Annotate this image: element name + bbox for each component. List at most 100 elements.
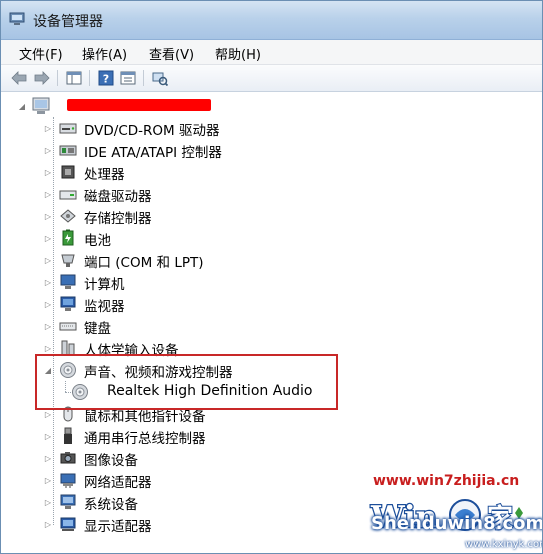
port-icon <box>61 254 75 267</box>
expand-triangle-icon[interactable]: ▷ <box>43 453 53 463</box>
tree-category-label: 显示适配器 <box>84 519 152 535</box>
tree-category-disk-drive[interactable]: ▷ 磁盘驱动器 <box>9 183 529 205</box>
tree-root-computer[interactable]: ◢ <box>9 95 529 117</box>
computer-icon <box>60 274 76 289</box>
mouse-icon <box>63 406 73 422</box>
svg-text:?: ? <box>103 73 109 86</box>
window-title: 设备管理器 <box>33 14 103 30</box>
toolbar-separator <box>89 70 90 86</box>
tree-category-label: 磁盘驱动器 <box>84 189 152 205</box>
toolbar-separator <box>57 70 58 86</box>
tree-category-battery[interactable]: ▷ 电池 <box>9 227 529 249</box>
expand-triangle-icon[interactable]: ▷ <box>43 255 53 265</box>
processor-icon <box>61 165 75 179</box>
tree-category-camera[interactable]: ▷ 图像设备 <box>9 447 529 469</box>
computer-root-icon <box>32 97 50 114</box>
back-arrow-icon[interactable] <box>10 69 28 87</box>
tree-category-label: 通用串行总线控制器 <box>84 431 206 447</box>
expand-triangle-icon[interactable]: ▷ <box>43 299 53 309</box>
monitor-icon <box>60 296 76 311</box>
expand-triangle-icon[interactable]: ▷ <box>43 343 53 353</box>
expand-triangle-icon[interactable]: ▷ <box>43 189 53 199</box>
expand-triangle-icon[interactable]: ▷ <box>43 431 53 441</box>
redacted-computer-name <box>67 99 211 111</box>
menu-bar: 文件(F) 操作(A) 查看(V) 帮助(H) <box>1 40 542 65</box>
tree-category-ide-controller[interactable]: ▷ IDE ATA/ATAPI 控制器 <box>9 139 529 161</box>
keyboard-icon <box>59 322 77 331</box>
menu-view[interactable]: 查看(V) <box>149 44 194 63</box>
tree-category-label: 图像设备 <box>84 453 138 469</box>
device-manager-app-icon <box>9 12 25 25</box>
menu-help[interactable]: 帮助(H) <box>215 44 261 63</box>
forward-arrow-icon[interactable] <box>33 69 51 87</box>
expand-triangle-icon[interactable]: ▷ <box>43 167 53 177</box>
tree-category-label: 人体学输入设备 <box>84 343 179 359</box>
tree-category-label: 电池 <box>84 233 111 249</box>
expand-triangle-icon[interactable]: ▷ <box>43 321 53 331</box>
tree-category-label: 网络适配器 <box>84 475 152 491</box>
tree-category-label: 键盘 <box>84 321 111 337</box>
expand-triangle-icon[interactable]: ▷ <box>43 409 53 419</box>
watermark-url-secondary: www.kxinyk.com <box>465 539 543 550</box>
watermark-url: www.win7zhijia.cn <box>373 473 520 489</box>
tree-category-label: 存储控制器 <box>84 211 152 227</box>
tree-category-label: 系统设备 <box>84 497 138 513</box>
tree-category-label: IDE ATA/ATAPI 控制器 <box>84 145 222 161</box>
tree-device-realtek-audio[interactable]: Realtek High Definition Audio <box>9 381 529 403</box>
tree-category-usb[interactable]: ▷ 通用串行总线控制器 <box>9 425 529 447</box>
tree-category-monitor[interactable]: ▷ 监视器 <box>9 293 529 315</box>
disk-drive-icon <box>59 190 77 200</box>
tree-category-label: 声音、视频和游戏控制器 <box>84 365 233 381</box>
dvd-drive-icon <box>59 123 77 134</box>
tree-category-label: 计算机 <box>84 277 125 293</box>
properties-icon[interactable] <box>119 69 137 87</box>
tree-category-label: 处理器 <box>84 167 125 183</box>
tree-category-processor[interactable]: ▷ 处理器 <box>9 161 529 183</box>
tree-category-label: 端口 (COM 和 LPT) <box>84 255 204 271</box>
tree-category-keyboard[interactable]: ▷ 键盘 <box>9 315 529 337</box>
expand-triangle-icon[interactable]: ▷ <box>43 519 53 529</box>
watermark-brand: Shenduwin8.com <box>371 513 543 534</box>
tree-category-computer[interactable]: ▷ 计算机 <box>9 271 529 293</box>
menu-action[interactable]: 操作(A) <box>82 44 127 63</box>
tree-category-port[interactable]: ▷ 端口 (COM 和 LPT) <box>9 249 529 271</box>
title-bar[interactable]: 设备管理器 <box>1 1 542 40</box>
system-device-icon <box>60 494 76 509</box>
expand-triangle-icon[interactable]: ▷ <box>43 145 53 155</box>
show-hide-tree-icon[interactable] <box>65 69 83 87</box>
scan-hardware-icon[interactable] <box>151 69 169 87</box>
tree-category-hid[interactable]: ▷ 人体学输入设备 <box>9 337 529 359</box>
expand-triangle-icon[interactable]: ▷ <box>43 497 53 507</box>
usb-icon <box>64 427 72 444</box>
expand-triangle-icon[interactable]: ▷ <box>43 123 53 133</box>
network-adapter-icon <box>60 473 76 488</box>
tree-category-mouse[interactable]: ▷ 鼠标和其他指针设备 <box>9 403 529 425</box>
storage-controller-icon <box>60 209 76 223</box>
expand-triangle-icon[interactable]: ▷ <box>43 211 53 221</box>
ide-controller-icon <box>59 145 77 156</box>
toolbar-separator <box>143 70 144 86</box>
speaker-icon <box>60 362 76 378</box>
tree-guide-line <box>65 381 67 392</box>
expand-triangle-icon[interactable]: ▷ <box>43 233 53 243</box>
expand-triangle-icon[interactable]: ▷ <box>43 475 53 485</box>
tree-device-label: Realtek High Definition Audio <box>107 383 313 399</box>
device-manager-window: 设备管理器 文件(F) 操作(A) 查看(V) 帮助(H) ? ◢ ▷ DVD/… <box>0 0 543 554</box>
toolbar: ? <box>1 65 542 92</box>
speaker-icon <box>72 384 88 400</box>
tree-category-dvd-drive[interactable]: ▷ DVD/CD-ROM 驱动器 <box>9 117 529 139</box>
menu-file[interactable]: 文件(F) <box>19 44 63 63</box>
hid-icon <box>61 340 75 356</box>
expand-triangle-icon[interactable]: ▷ <box>43 277 53 287</box>
tree-category-label: 监视器 <box>84 299 125 315</box>
battery-icon <box>62 229 74 246</box>
tree-category-label: DVD/CD-ROM 驱动器 <box>84 123 220 139</box>
tree-category-label: 鼠标和其他指针设备 <box>84 409 206 425</box>
help-icon[interactable]: ? <box>97 69 115 87</box>
display-adapter-icon <box>60 517 76 531</box>
camera-icon <box>60 452 76 464</box>
tree-category-speaker[interactable]: ◢ 声音、视频和游戏控制器 <box>9 359 529 381</box>
collapse-triangle-icon[interactable]: ◢ <box>43 365 53 375</box>
collapse-triangle-icon[interactable]: ◢ <box>17 101 27 111</box>
tree-category-storage-controller[interactable]: ▷ 存储控制器 <box>9 205 529 227</box>
